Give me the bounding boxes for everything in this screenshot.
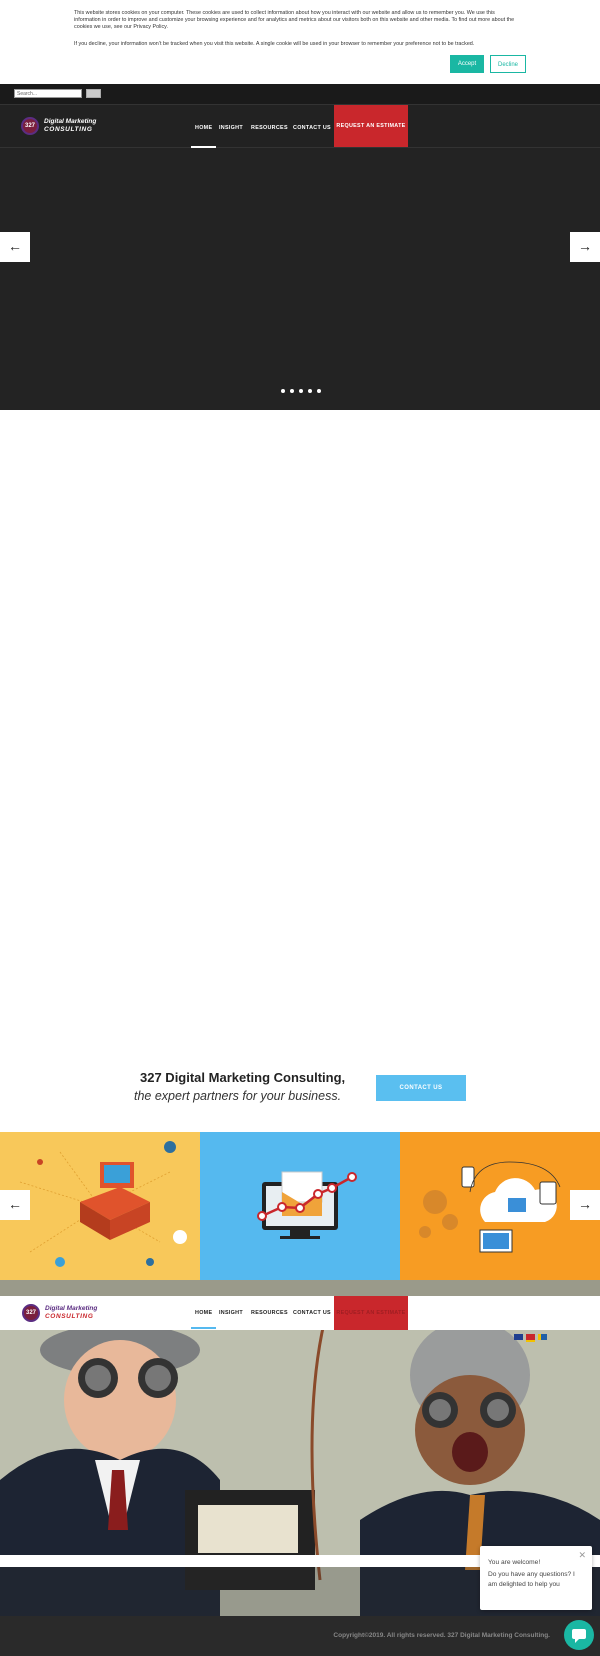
flag-english-icon[interactable]: [514, 1334, 523, 1340]
isometric-network-illustration: [0, 1132, 200, 1280]
chat-launcher-button[interactable]: [564, 1620, 594, 1650]
slider-dot[interactable]: [290, 389, 294, 393]
cookie-decline-text: If you decline, your information won’t b…: [74, 41, 475, 47]
search-button[interactable]: [86, 89, 101, 98]
logo-line2: CONSULTING: [45, 1313, 94, 1320]
logo-icon[interactable]: 327: [21, 117, 39, 135]
nav-home[interactable]: HOME: [195, 1310, 212, 1316]
slider-dot[interactable]: [299, 389, 303, 393]
nav-active-indicator: [191, 1327, 216, 1329]
cookie-text: This website stores cookies on your comp…: [74, 10, 515, 31]
arrow-right-icon: →: [578, 1196, 592, 1212]
arrow-left-icon: ←: [8, 238, 22, 254]
nav-resources[interactable]: RESOURCES: [251, 125, 288, 131]
arrow-right-icon: →: [578, 238, 592, 254]
nav-resources[interactable]: RESOURCES: [251, 1310, 288, 1316]
request-estimate-button[interactable]: REQUEST AN ESTIMATE: [334, 1296, 408, 1330]
request-estimate-button[interactable]: REQUEST AN ESTIMATE: [334, 105, 408, 147]
accept-button[interactable]: Accept: [450, 55, 484, 73]
tagline-subtitle: the expert partners for your business.: [134, 1089, 342, 1103]
copyright-text: Copyright©2019. All rights reserved. 327…: [333, 1632, 550, 1639]
footer: Copyright©2019. All rights reserved. 327…: [0, 1616, 600, 1656]
nav-insight[interactable]: INSIGHT: [219, 1310, 243, 1316]
chat-bubble-icon: [572, 1629, 586, 1643]
tiles-next-button[interactable]: →: [570, 1190, 600, 1220]
nav-insight[interactable]: INSIGHT: [219, 125, 243, 131]
logo-icon[interactable]: 327: [22, 1304, 40, 1322]
nav-contact-us[interactable]: CONTACT US: [293, 125, 331, 131]
flag-spanish-icon[interactable]: [526, 1334, 535, 1342]
arrow-left-icon: ←: [8, 1196, 22, 1212]
tagline-title: 327 Digital Marketing Consulting,: [140, 1070, 346, 1085]
slider-dot[interactable]: [308, 389, 312, 393]
email-chart-illustration: [200, 1132, 400, 1280]
chat-popup: ✕ You are welcome! Do you have any quest…: [480, 1546, 592, 1610]
main-header: 327 Digital Marketing CONSULTING HOME IN…: [0, 104, 600, 148]
cookie-banner: This website stores cookies on your comp…: [0, 0, 600, 85]
nav-home[interactable]: HOME: [195, 125, 212, 131]
hero-slider: [0, 148, 600, 410]
chat-message: Do you have any questions? I am delighte…: [488, 1571, 575, 1588]
search-bar: Search...: [0, 84, 600, 104]
logo-line2: CONSULTING: [44, 126, 93, 133]
slider-dot[interactable]: [317, 389, 321, 393]
tiles-prev-button[interactable]: ←: [0, 1190, 30, 1220]
flag-swedish-icon[interactable]: [538, 1334, 547, 1340]
contact-us-button[interactable]: CONTACT US: [376, 1075, 466, 1101]
chat-greeting: You are welcome!: [488, 1559, 541, 1566]
logo-line1: Digital Marketing: [45, 1305, 98, 1312]
nav-contact-us[interactable]: CONTACT US: [293, 1310, 331, 1316]
decline-button[interactable]: Decline: [490, 55, 526, 73]
slider-dot[interactable]: [281, 389, 285, 393]
slider-prev-button[interactable]: ←: [0, 232, 30, 262]
sticky-header: 327 Digital Marketing CONSULTING HOME IN…: [0, 1296, 600, 1330]
search-input[interactable]: Search...: [14, 89, 82, 98]
slider-next-button[interactable]: →: [570, 232, 600, 262]
logo-line1: Digital Marketing: [44, 118, 97, 125]
